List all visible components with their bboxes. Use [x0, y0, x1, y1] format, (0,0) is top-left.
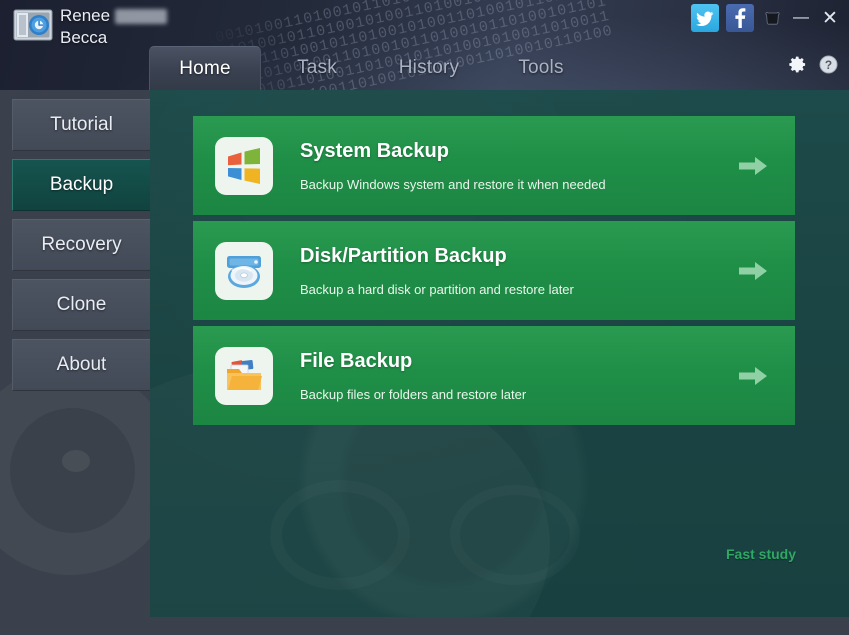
arrow-right-icon[interactable] [727, 155, 779, 177]
sidebar-item-backup[interactable]: Backup [12, 159, 150, 211]
facebook-f-icon [734, 8, 746, 28]
folder-files-icon [215, 347, 273, 405]
twitter-bird-icon [696, 11, 714, 26]
card-text: File Backup Backup files or folders and … [300, 348, 727, 404]
skin-icon [765, 11, 780, 25]
card-description: Backup Windows system and restore it whe… [300, 176, 727, 194]
sidebar-item-clone[interactable]: Clone [12, 279, 150, 331]
sidebar-item-label: Clone [57, 294, 107, 316]
card-title: System Backup [300, 138, 727, 164]
window-body: Tutorial Backup Recovery Clone About [0, 90, 849, 635]
header-tool-buttons: ? [787, 54, 838, 74]
arrow-right-icon[interactable] [727, 365, 779, 387]
main-tabs: Home Task History Tools [149, 46, 597, 90]
card-file-backup[interactable]: File Backup Backup files or folders and … [193, 326, 795, 425]
sidebar: Tutorial Backup Recovery Clone About [0, 90, 150, 635]
renee-becca-window: 1001010011010010110100101001101001011010… [0, 0, 849, 635]
sidebar-item-recovery[interactable]: Recovery [12, 219, 150, 271]
card-title: Disk/Partition Backup [300, 243, 727, 269]
tab-history[interactable]: History [373, 46, 485, 90]
sidebar-item-label: Tutorial [50, 114, 113, 136]
sidebar-item-label: About [57, 354, 107, 376]
sidebar-item-label: Backup [50, 174, 113, 196]
help-question-icon[interactable]: ? [818, 54, 838, 74]
facebook-button[interactable] [726, 4, 754, 32]
app-brand: Renee Becca [60, 5, 167, 49]
disk-watermark-inner [10, 408, 135, 533]
close-button[interactable]: ✕ [819, 6, 841, 30]
content-panel: System Backup Backup Windows system and … [150, 90, 849, 635]
window-controls: — ✕ [691, 4, 841, 32]
hard-disk-icon [215, 242, 273, 300]
skin-button[interactable] [761, 6, 783, 30]
card-text: System Backup Backup Windows system and … [300, 138, 727, 194]
arrow-right-icon[interactable] [727, 260, 779, 282]
disk-watermark-ring-1 [270, 480, 410, 590]
brand-line-1: Renee [60, 6, 110, 25]
minimize-button[interactable]: — [790, 6, 812, 30]
disk-watermark-ring-2 [450, 485, 580, 585]
settings-gear-icon[interactable] [787, 54, 807, 74]
tab-tools[interactable]: Tools [485, 46, 597, 90]
tab-task[interactable]: Task [261, 46, 373, 90]
sidebar-item-label: Recovery [41, 234, 121, 256]
tab-home[interactable]: Home [149, 46, 261, 90]
windows-logo-icon [215, 137, 273, 195]
sidebar-menu: Tutorial Backup Recovery Clone About [12, 99, 150, 399]
app-logo-icon [12, 8, 54, 42]
card-text: Disk/Partition Backup Backup a hard disk… [300, 243, 727, 299]
fast-study-link[interactable]: Fast study [726, 546, 796, 562]
card-disk-partition-backup[interactable]: Disk/Partition Backup Backup a hard disk… [193, 221, 795, 320]
sidebar-item-about[interactable]: About [12, 339, 150, 391]
card-description: Backup files or folders and restore late… [300, 386, 727, 404]
status-bar [0, 617, 849, 635]
disk-watermark-spindle [62, 450, 90, 472]
sidebar-item-tutorial[interactable]: Tutorial [12, 99, 150, 151]
title-bar: 1001010011010010110100101001101001011010… [0, 0, 849, 90]
twitter-button[interactable] [691, 4, 719, 32]
card-title: File Backup [300, 348, 727, 374]
card-description: Backup a hard disk or partition and rest… [300, 281, 727, 299]
svg-text:?: ? [824, 57, 831, 71]
backup-options-list: System Backup Backup Windows system and … [193, 116, 795, 431]
brand-redaction [115, 9, 167, 24]
card-system-backup[interactable]: System Backup Backup Windows system and … [193, 116, 795, 215]
